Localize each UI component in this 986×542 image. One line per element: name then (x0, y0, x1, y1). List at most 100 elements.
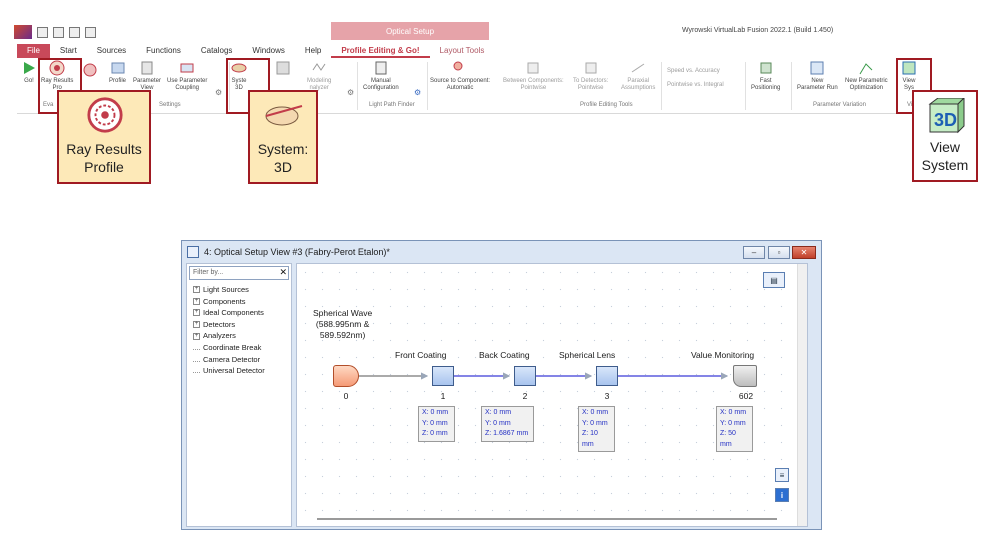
minimize-button[interactable]: – (743, 246, 765, 259)
front-coating-index: 1 (440, 391, 446, 401)
ribbon-panel: Go! Ray Results Pro Eva Profile Paramete… (17, 58, 937, 114)
open-folder-icon[interactable] (53, 26, 64, 38)
tab-start[interactable]: Start (50, 44, 87, 58)
profile-button[interactable]: Profile (109, 60, 126, 85)
system-3d-large-icon (265, 105, 303, 126)
tab-sources[interactable]: Sources (87, 44, 136, 58)
tree-branch-line (193, 345, 200, 351)
app-title: Wyrowski VirtualLab Fusion 2022.1 (Build… (682, 27, 834, 34)
value-monitoring-detector[interactable] (733, 365, 757, 387)
app-logo-icon (14, 25, 32, 39)
coupling-icon (180, 63, 194, 73)
ribbon-tabs: File Start Sources Functions Catalogs Wi… (17, 42, 494, 58)
use-parameter-coupling-button[interactable]: Use Parameter Coupling (167, 60, 207, 92)
back-coating-node[interactable] (514, 366, 536, 386)
catalog-item[interactable]: + Components (193, 296, 265, 308)
quick-access-toolbar (14, 25, 96, 39)
analyzer-gear-icon[interactable]: ⚙ (347, 88, 354, 97)
ribbon-separator (745, 62, 746, 110)
settings-group-label: Settings (159, 102, 181, 108)
catalog-item[interactable]: + Light Sources (193, 284, 265, 296)
source-to-component-button[interactable]: Source to Component: Automatic (430, 60, 490, 92)
tab-file[interactable]: File (17, 44, 50, 58)
between-icon (527, 62, 539, 74)
catalog-item[interactable]: + Analyzers (193, 330, 265, 342)
light-path-gear-icon[interactable]: ⚙ (414, 88, 421, 97)
callout-label: System (921, 157, 969, 173)
clear-filter-icon[interactable]: ✕ (279, 267, 287, 278)
new-parameter-run-button[interactable]: New Parameter Run (797, 60, 838, 92)
spherical-wave-source[interactable] (333, 365, 359, 387)
callout-label: View (929, 139, 961, 155)
grid-tool-button[interactable] (275, 60, 291, 78)
document-icon[interactable]: ≡ (775, 468, 789, 482)
to-detectors-button[interactable]: To Detectors: Pointwise (573, 60, 608, 92)
paraxial-assumptions-button[interactable]: Paraxial Assumptions (621, 60, 655, 92)
ribbon-separator (661, 62, 662, 110)
table-view-icon[interactable]: ▤ (763, 272, 785, 288)
info-icon[interactable]: i (775, 488, 789, 502)
manual-configuration-button[interactable]: Manual Configuration (363, 60, 399, 92)
filter-input[interactable]: Filter by... ✕ (189, 266, 289, 280)
spherical-lens-index: 3 (604, 391, 610, 401)
source-index: 0 (343, 391, 349, 401)
horizontal-scrollbar[interactable] (317, 518, 777, 520)
catalog-item-label: Detectors (203, 319, 236, 329)
expand-icon[interactable]: + (193, 332, 200, 340)
light-path-group-label: Light Path Finder (369, 102, 415, 108)
back-coating-index: 2 (522, 391, 528, 401)
catalog-item-label: Camera Detector (203, 354, 261, 364)
save-icon[interactable] (69, 26, 80, 38)
catalog-item-label: Light Sources (203, 285, 249, 294)
tab-profile-editing[interactable]: Profile Editing & Go! (331, 44, 430, 58)
tab-layout-tools[interactable]: Layout Tools (430, 44, 495, 58)
detector-index: 602 (738, 391, 754, 401)
vertical-scrollbar[interactable] (797, 264, 807, 526)
screenshot-root: Optical Setup Wyrowski VirtualLab Fusion… (0, 0, 986, 542)
expand-icon[interactable]: + (193, 321, 200, 329)
catalog-item[interactable]: Camera Detector (193, 354, 265, 366)
front-coating-position: X: 0 mm Y: 0 mm Z: 0 mm (418, 406, 455, 442)
catalog-item-label: Analyzers (203, 331, 236, 341)
spherical-lens-node[interactable] (596, 366, 618, 386)
field-tracing-icon[interactable] (83, 62, 97, 78)
catalog-item[interactable]: Coordinate Break (193, 342, 265, 354)
fast-positioning-button[interactable]: Fast Positioning (751, 60, 780, 92)
modeling-analyzer-button[interactable]: Modeling nalyzer (307, 60, 331, 92)
catalog-item[interactable]: + Detectors (193, 319, 265, 331)
expand-icon[interactable]: + (193, 286, 200, 294)
window-title: 4: Optical Setup View #3 (Fabry-Perot Et… (204, 247, 390, 257)
modeling-icon (312, 63, 326, 71)
tab-windows[interactable]: Windows (242, 44, 294, 58)
catalog-item-label: Coordinate Break (203, 342, 262, 352)
setup-canvas[interactable]: Spherical Wave (588.995nm & 589.592nm) 0… (296, 263, 808, 527)
catalog-item[interactable]: Universal Detector (193, 365, 265, 377)
tree-branch-line (193, 368, 200, 374)
speed-vs-accuracy-button[interactable]: Speed vs. Accuracy (667, 68, 720, 75)
expand-icon[interactable]: + (193, 297, 200, 305)
new-parametric-optimization-button[interactable]: New Parametric Optimization (845, 60, 888, 92)
settings-gear-icon[interactable]: ⚙ (215, 88, 222, 97)
between-components-button[interactable]: Between Components: Pointwise (503, 60, 564, 92)
play-icon (24, 62, 35, 74)
maximize-button[interactable]: ▫ (768, 246, 790, 259)
pointwise-vs-integral-button[interactable]: Pointwise vs. Integral (667, 82, 724, 89)
parameter-view-button[interactable]: Parameter View (133, 60, 161, 92)
spherical-lens-position: X: 0 mm Y: 0 mm Z: 10 mm (578, 406, 615, 452)
tab-catalogs[interactable]: Catalogs (191, 44, 243, 58)
optimization-icon (859, 63, 873, 75)
view-system-callout: 3D View System (912, 90, 978, 182)
new-document-icon[interactable] (37, 26, 48, 38)
manual-icon (375, 61, 387, 75)
catalog-item-label: Ideal Components (203, 308, 264, 318)
close-button[interactable]: ✕ (792, 246, 816, 259)
ray-results-large-icon (87, 97, 123, 133)
tab-help[interactable]: Help (295, 44, 331, 58)
tab-functions[interactable]: Functions (136, 44, 191, 58)
print-icon[interactable] (85, 26, 96, 38)
expand-icon[interactable]: + (193, 309, 200, 317)
catalog-item[interactable]: + Ideal Components (193, 307, 265, 319)
front-coating-node[interactable] (432, 366, 454, 386)
profile-icon (111, 62, 124, 74)
go-button[interactable]: Go! (21, 60, 37, 85)
